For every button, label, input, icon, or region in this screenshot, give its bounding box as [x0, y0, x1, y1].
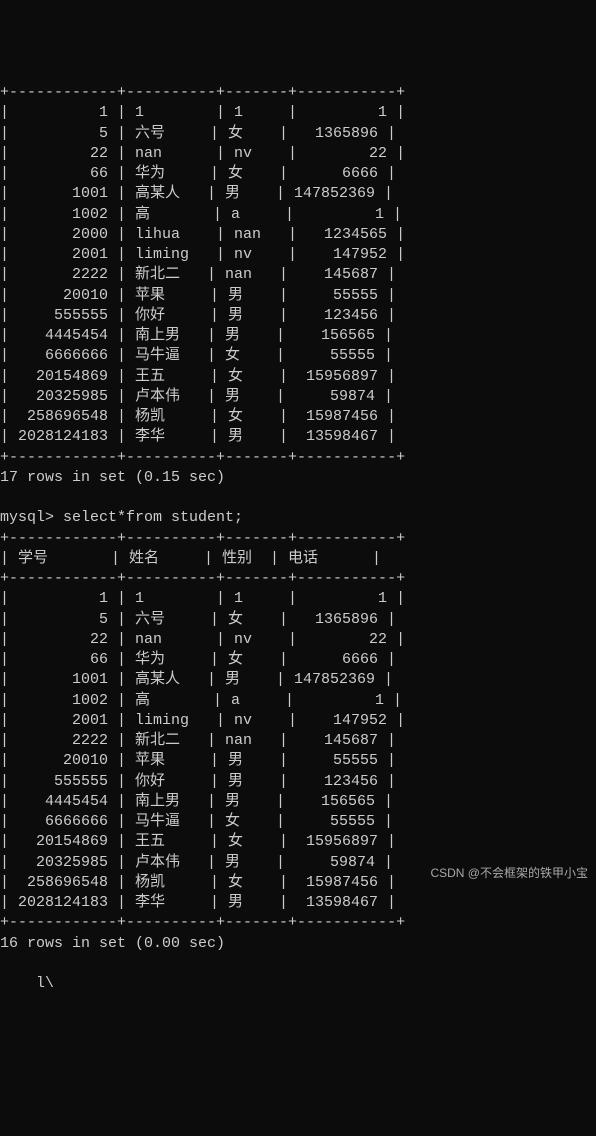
table2-border-bottom: +------------+----------+-------+-------… [0, 914, 405, 931]
table2-rows: | 1 | 1 | 1 | 1 | | 5 | 六号 | 女 | 1365896… [0, 590, 405, 911]
watermark: CSDN @不会框架的铁甲小宝 [430, 865, 588, 881]
sql-command: select*from student; [63, 509, 243, 526]
table1-border-top: +------------+----------+-------+-------… [0, 84, 405, 101]
table2-summary: 16 rows in set (0.00 sec) [0, 935, 225, 952]
table1-rows: | 1 | 1 | 1 | 1 | | 5 | 六号 | 女 | 1365896… [0, 104, 405, 445]
table2-header: | 学号 | 姓名 | 性别 | 电话 | [0, 550, 381, 567]
mysql-prompt: mysql> [0, 509, 63, 526]
table2-border-top: +------------+----------+-------+-------… [0, 530, 405, 547]
table1-border-bottom: +------------+----------+-------+-------… [0, 449, 405, 466]
partial-prompt: l\ [0, 975, 54, 992]
table1-summary: 17 rows in set (0.15 sec) [0, 469, 225, 486]
terminal-output[interactable]: +------------+----------+-------+-------… [0, 81, 596, 994]
table2-border-mid: +------------+----------+-------+-------… [0, 570, 405, 587]
